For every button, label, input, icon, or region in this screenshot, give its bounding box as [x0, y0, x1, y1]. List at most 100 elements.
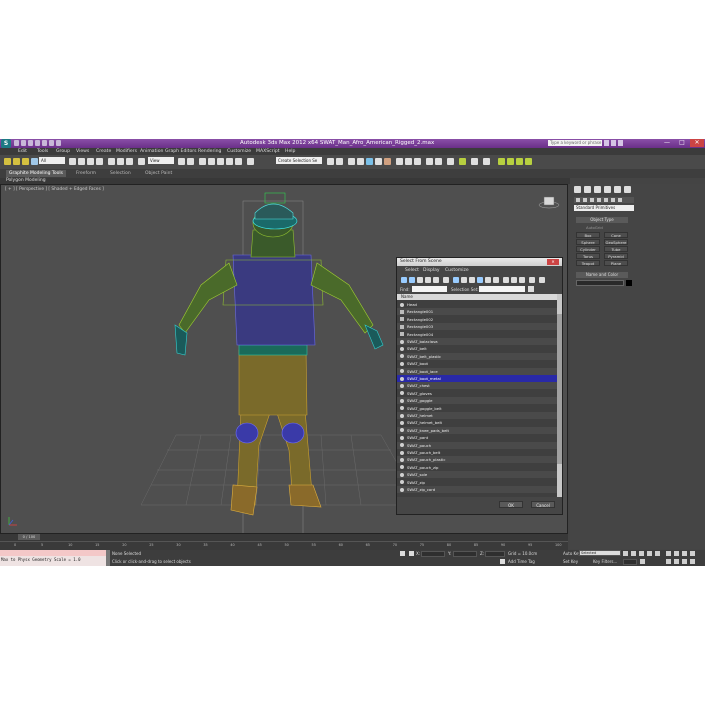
display-influences-icon[interactable]	[519, 277, 525, 283]
reference-coord-dropdown[interactable]: View	[148, 157, 174, 164]
menu-create[interactable]: Create	[96, 149, 111, 154]
zoom-extents-icon[interactable]	[682, 551, 687, 556]
display-children-icon[interactable]	[511, 277, 517, 283]
redo-icon[interactable]	[42, 140, 47, 146]
torus-button[interactable]: Torus	[576, 253, 600, 259]
list-item[interactable]: Head	[397, 301, 557, 308]
display-geometry-icon[interactable]	[401, 277, 407, 283]
pyramid-button[interactable]: Pyramid	[604, 253, 628, 259]
maximize-button[interactable]: □	[675, 139, 689, 147]
display-tab-icon[interactable]	[614, 186, 621, 193]
utilities-tab-icon[interactable]	[624, 186, 631, 193]
unlink-icon[interactable]	[13, 158, 20, 165]
list-item[interactable]: SWAT_zip_cord	[397, 486, 557, 493]
zoom-extents-all-icon[interactable]	[690, 551, 695, 556]
shapes-icon[interactable]	[583, 198, 587, 202]
list-item[interactable]: SWAT_pant	[397, 434, 557, 441]
menu-edit[interactable]: Edit	[18, 149, 27, 154]
menu-animation[interactable]: Animation	[140, 149, 163, 154]
dialog-menu-customize[interactable]: Customize	[445, 268, 469, 273]
list-item[interactable]: SWAT_helmet	[397, 412, 557, 419]
open-file-icon[interactable]	[21, 140, 26, 146]
display-xrefs-icon[interactable]	[461, 277, 467, 283]
schematic-view-icon[interactable]	[375, 158, 382, 165]
sync-selection-icon[interactable]	[503, 277, 509, 283]
add-time-tag[interactable]: Add Time Tag	[508, 559, 535, 564]
close-button[interactable]: ✕	[690, 139, 704, 147]
display-shapes-icon[interactable]	[409, 277, 415, 283]
ribbon-polygon-modeling[interactable]: Polygon Modeling	[6, 178, 46, 183]
align-icon[interactable]	[336, 158, 343, 165]
material-editor-icon[interactable]	[384, 158, 391, 165]
list-item[interactable]: Rectangle004	[397, 331, 557, 338]
curve-editor-icon[interactable]	[366, 158, 373, 165]
geosphere-button[interactable]: GeoSphere	[604, 239, 628, 245]
dialog-menu-select[interactable]: Select	[405, 268, 419, 273]
play-icon[interactable]	[639, 551, 644, 556]
list-item[interactable]: SWAT_zip	[397, 479, 557, 486]
lights-icon[interactable]	[590, 198, 594, 202]
maxscript-input-line[interactable]	[0, 550, 106, 556]
selection-filter-dropdown[interactable]: All	[39, 157, 65, 164]
space-warps-icon[interactable]	[611, 198, 615, 202]
list-item[interactable]: SWAT_knee_pads_belt	[397, 426, 557, 434]
display-lights-icon[interactable]	[417, 277, 423, 283]
list-item[interactable]: SWAT_boot	[397, 360, 557, 367]
pivot-center-icon[interactable]	[178, 158, 185, 165]
object-name-field[interactable]	[576, 280, 624, 286]
environment-icon[interactable]	[435, 158, 442, 165]
rendered-frame-window-icon[interactable]	[405, 158, 412, 165]
render-production-icon[interactable]	[414, 158, 421, 165]
keyboard-shortcut-icon[interactable]	[199, 158, 206, 165]
key-filters-button[interactable]: Key Filters...	[593, 559, 617, 564]
window-crossing-icon[interactable]	[96, 158, 103, 165]
teapot-render-icon[interactable]	[426, 158, 433, 165]
cancel-button[interactable]: Cancel	[531, 501, 555, 508]
mirror-icon[interactable]	[327, 158, 334, 165]
selection-set-icon[interactable]	[528, 286, 534, 292]
display-bones-icon[interactable]	[469, 277, 475, 283]
lock-selection-icon[interactable]	[400, 551, 405, 556]
extra-tool-5-icon[interactable]	[516, 158, 523, 165]
tab-object-paint[interactable]: Object Paint	[145, 171, 172, 176]
filter-icon[interactable]	[539, 277, 545, 283]
list-item[interactable]: Rectangle003	[397, 323, 557, 331]
dialog-menu-display[interactable]: Display	[423, 268, 440, 273]
time-tag-icon[interactable]	[500, 559, 505, 564]
cylinder-button[interactable]: Cylinder	[576, 246, 600, 252]
object-color-swatch[interactable]	[626, 280, 632, 286]
box-button[interactable]: Box	[576, 232, 600, 238]
cone-button[interactable]: Cone	[604, 232, 628, 238]
auto-key-dropdown[interactable]: Selected	[579, 550, 621, 556]
snaps-toggle-icon[interactable]	[208, 158, 215, 165]
field-of-view-icon[interactable]	[666, 559, 671, 564]
save-file-icon[interactable]	[28, 140, 33, 146]
list-item[interactable]: SWAT_chest	[397, 382, 557, 390]
list-item[interactable]: SWAT_goggle	[397, 397, 557, 405]
angle-snap-icon[interactable]	[217, 158, 224, 165]
edit-named-selection-icon[interactable]	[247, 158, 254, 165]
dialog-close-button[interactable]: ✕	[547, 259, 559, 265]
layer-manager-icon[interactable]	[348, 158, 355, 165]
menu-maxscript[interactable]: MAXScript	[256, 149, 280, 154]
maximize-viewport-icon[interactable]	[690, 559, 695, 564]
hierarchy-tab-icon[interactable]	[594, 186, 601, 193]
cameras-icon[interactable]	[597, 198, 601, 202]
render-iterative-icon[interactable]	[447, 158, 454, 165]
list-item[interactable]: SWAT_pouch	[397, 441, 557, 449]
3dsmax-logo-icon[interactable]: S	[1, 139, 11, 148]
time-configuration-icon[interactable]	[640, 559, 645, 564]
zoom-icon[interactable]	[666, 551, 671, 556]
list-item[interactable]: Rectangle001	[397, 308, 557, 316]
rectangular-selection-icon[interactable]	[87, 158, 94, 165]
teapot-button[interactable]: Teapot	[576, 260, 600, 266]
menu-help[interactable]: Help	[285, 149, 295, 154]
display-spacewarps-icon[interactable]	[443, 277, 449, 283]
z-coordinate-field[interactable]	[485, 551, 505, 557]
list-item[interactable]: SWAT_gloves	[397, 390, 557, 397]
menu-views[interactable]: Views	[76, 149, 89, 154]
select-rotate-icon[interactable]	[117, 158, 124, 165]
list-item[interactable]: SWAT_boot_metal	[397, 375, 557, 382]
find-input[interactable]	[412, 286, 447, 292]
select-move-icon[interactable]	[108, 158, 115, 165]
